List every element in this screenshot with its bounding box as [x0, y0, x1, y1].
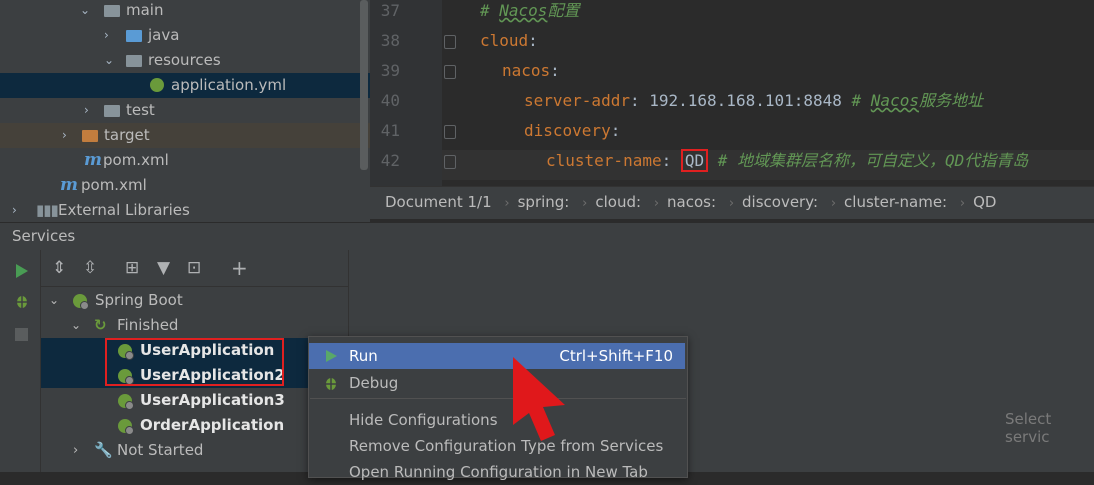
maven-icon: m — [84, 150, 102, 170]
tree-item-pom-root[interactable]: m pom.xml — [0, 173, 370, 198]
spring-boot-app-icon — [118, 394, 134, 410]
run-icon[interactable] — [14, 263, 30, 279]
cluster-name-value-highlight: QD — [680, 149, 709, 172]
document-indicator: Document 1/1 — [385, 193, 492, 211]
tree-item-resources[interactable]: ⌄ resources — [0, 48, 370, 73]
debug-icon[interactable] — [14, 293, 30, 309]
yaml-config-icon — [150, 78, 164, 92]
line-number: 42 — [380, 151, 400, 170]
expand-all-icon[interactable]: ⇕ — [52, 258, 66, 278]
tree-item-java[interactable]: › java — [0, 23, 370, 48]
chevron-down-icon[interactable]: ⌄ — [104, 48, 114, 73]
menu-item-run[interactable]: Run Ctrl+Shift+F10 — [309, 343, 685, 369]
breadcrumb-item[interactable]: cloud: — [595, 187, 641, 217]
filter-icon[interactable]: ▼ — [157, 258, 170, 278]
breadcrumb-item[interactable]: spring: — [518, 187, 570, 217]
project-tree-panel: ⌄ main › java ⌄ resources application.ym… — [0, 0, 370, 222]
tree-item-test[interactable]: › test — [0, 98, 370, 123]
folder-icon — [104, 5, 120, 17]
chevron-right-icon[interactable]: › — [104, 23, 109, 48]
empty-placeholder: Select servic — [1005, 410, 1052, 446]
breadcrumb-item[interactable]: discovery: — [742, 187, 818, 217]
tree-item-main[interactable]: ⌄ main — [0, 0, 370, 23]
fold-marker-icon[interactable] — [444, 65, 456, 79]
line-number: 37 — [380, 1, 400, 20]
tree-item-application-yml[interactable]: application.yml — [0, 73, 370, 98]
spring-boot-icon — [73, 294, 89, 310]
wrench-icon: 🔧 — [94, 441, 113, 459]
breadcrumb-item[interactable]: nacos: — [667, 187, 716, 217]
menu-item-debug[interactable]: Debug — [309, 370, 685, 396]
fold-marker-icon[interactable] — [444, 125, 456, 139]
maven-icon: m — [60, 175, 78, 195]
breadcrumb-item[interactable]: QD — [973, 187, 996, 217]
folder-icon — [126, 30, 142, 42]
chevron-right-icon[interactable]: › — [84, 98, 89, 123]
tree-node-not-started[interactable]: › 🔧 Not Started — [41, 438, 348, 463]
editor-breadcrumb: Document 1/1 › spring: › cloud: › nacos: › d… — [370, 186, 1094, 219]
rerun-icon: ↻ — [94, 316, 107, 334]
code-line-38: cloud: — [480, 31, 538, 50]
red-arrow-annotation — [513, 357, 565, 441]
menu-item-hide-configurations[interactable]: Hide Configurations — [309, 407, 685, 433]
code-line-41: discovery: — [524, 121, 621, 140]
selection-highlight-box — [105, 338, 284, 386]
new-tab-icon[interactable]: ⊡ — [187, 258, 201, 278]
tree-node-finished[interactable]: ⌄ ↻ Finished — [41, 313, 348, 338]
line-number: 38 — [380, 31, 400, 50]
services-tool-window-header: Services — [0, 222, 1094, 251]
services-side-toolbar — [0, 250, 41, 472]
library-icon: ▮▮▮ — [36, 201, 59, 219]
code-line-42: cluster-name: QD # 地域集群层名称，可自定义，QD代指青岛 — [546, 149, 1029, 172]
debug-icon — [324, 378, 338, 390]
stop-icon[interactable] — [15, 328, 28, 341]
code-line-39: nacos: — [502, 61, 560, 80]
services-toolbar: ⇕ ⇳ ⊞ ▼ ⊡ + — [41, 250, 348, 287]
tree-node-spring-boot[interactable]: ⌄ Spring Boot — [41, 288, 348, 313]
services-title: Services — [12, 227, 76, 245]
resources-folder-icon — [126, 55, 142, 67]
line-number: 40 — [380, 91, 400, 110]
context-menu: Run Ctrl+Shift+F10 Debug Hide Configurat… — [308, 336, 688, 481]
folder-icon — [82, 130, 98, 142]
line-number: 41 — [380, 121, 400, 140]
group-by-icon[interactable]: ⊞ — [125, 258, 139, 278]
chevron-down-icon[interactable]: ⌄ — [49, 288, 59, 313]
chevron-right-icon[interactable]: › — [62, 123, 67, 148]
service-item-userapplication3[interactable]: UserApplication3 — [41, 388, 348, 413]
folder-icon — [104, 105, 120, 117]
code-line-40: server-addr: 192.168.168.101:8848 # Naco… — [524, 91, 983, 110]
breadcrumb-item[interactable]: cluster-name: — [844, 187, 947, 217]
menu-item-remove-configuration-type[interactable]: Remove Configuration Type from Services — [309, 433, 685, 459]
code-line-37: # Nacos配置 — [480, 1, 580, 20]
fold-marker-icon[interactable] — [444, 35, 456, 49]
service-item-orderapplication[interactable]: OrderApplication — [41, 413, 348, 438]
chevron-right-icon[interactable]: › — [73, 438, 78, 463]
fold-marker-icon[interactable] — [444, 155, 456, 169]
tree-item-pom-inner[interactable]: m pom.xml — [0, 148, 370, 173]
tree-item-external-libraries[interactable]: › ▮▮▮ External Libraries — [0, 198, 370, 222]
run-icon — [326, 350, 337, 362]
chevron-down-icon[interactable]: ⌄ — [71, 313, 81, 338]
code-editor[interactable]: 37 38 39 40 41 42 # Nacos配置 cloud: nacos… — [370, 0, 1094, 186]
add-service-icon[interactable]: + — [231, 258, 248, 278]
collapse-all-icon[interactable]: ⇳ — [83, 258, 97, 278]
spring-boot-app-icon — [118, 419, 134, 435]
line-number: 39 — [380, 61, 400, 80]
menu-separator — [310, 398, 686, 399]
menu-item-open-in-new-tab[interactable]: Open Running Configuration in New Tab — [309, 459, 685, 485]
project-scrollbar[interactable] — [360, 0, 368, 170]
chevron-down-icon[interactable]: ⌄ — [80, 0, 90, 23]
tree-item-target[interactable]: › target — [0, 123, 370, 148]
chevron-right-icon[interactable]: › — [12, 198, 17, 222]
